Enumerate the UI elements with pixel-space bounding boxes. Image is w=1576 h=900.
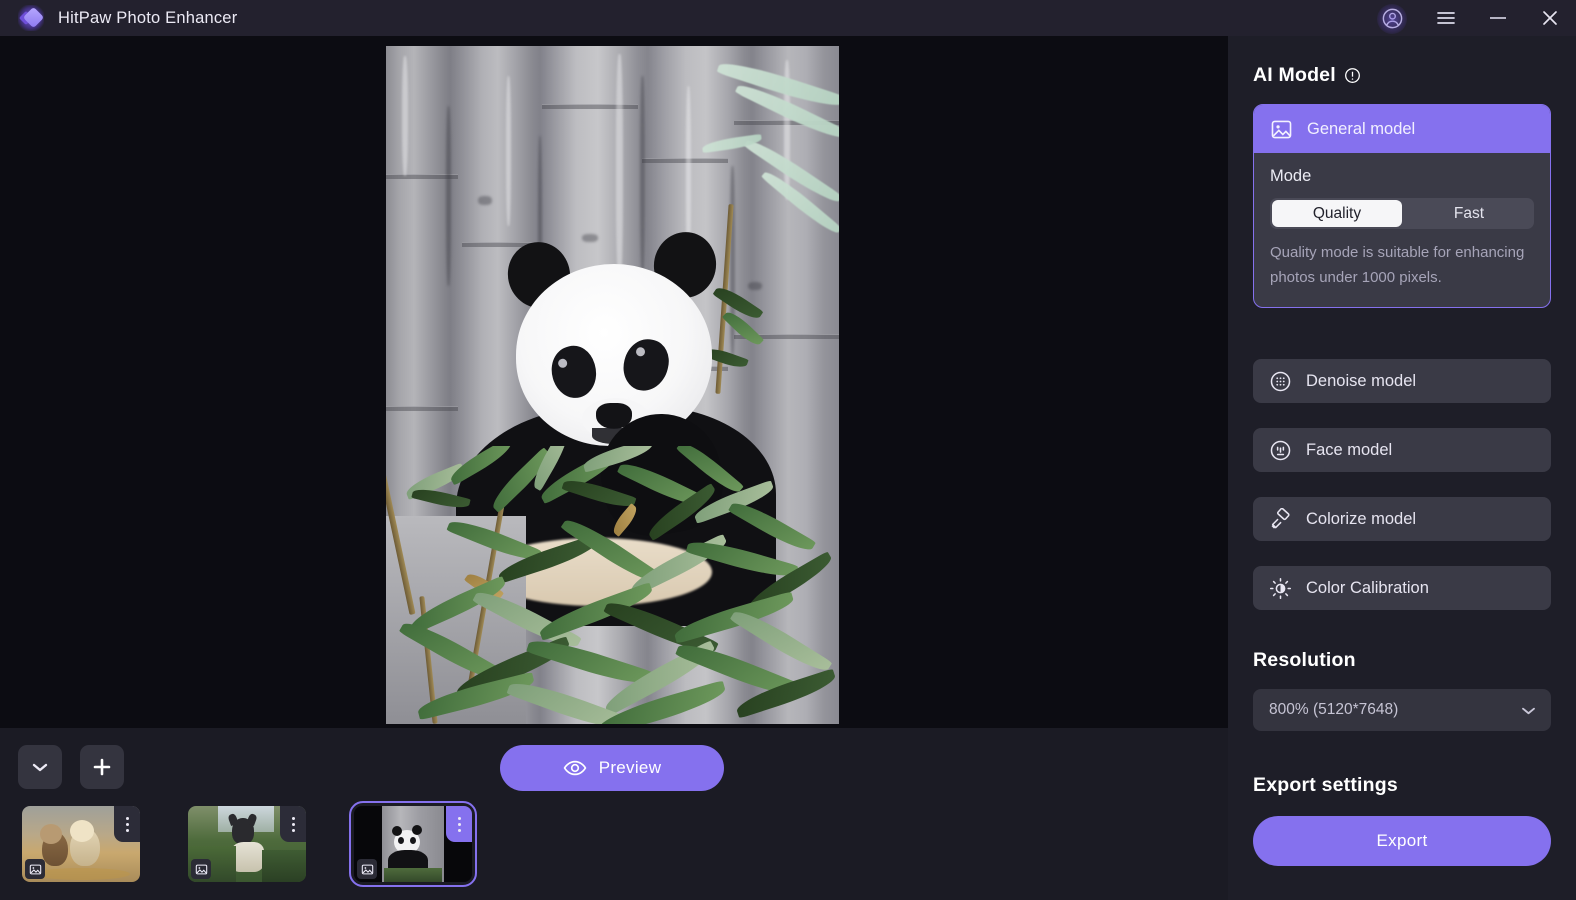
sidebar-item-label: Colorize model xyxy=(1306,509,1417,528)
thumbnail-menu-button[interactable] xyxy=(114,806,140,842)
sidebar-item-denoise-model[interactable]: Denoise model xyxy=(1253,359,1551,403)
image-file-icon xyxy=(357,859,377,879)
thumbnail-cat[interactable] xyxy=(188,806,306,882)
image-file-icon xyxy=(191,859,211,879)
account-avatar-icon[interactable] xyxy=(1364,0,1420,36)
collapse-strip-button[interactable] xyxy=(18,745,62,789)
mode-segmented-control: Quality Fast xyxy=(1270,198,1534,229)
preview-image xyxy=(386,46,839,724)
resolution-select[interactable]: 800% (5120*7648) xyxy=(1253,689,1551,731)
sidebar-item-label: Face model xyxy=(1306,440,1393,459)
app-window: HitPaw Photo Enhancer Preview AI Model G… xyxy=(0,0,1576,900)
image-file-icon xyxy=(25,859,45,879)
export-settings-heading: Export settings xyxy=(1253,774,1398,796)
app-title: HitPaw Photo Enhancer xyxy=(58,8,238,27)
preview-button-label: Preview xyxy=(598,758,662,777)
resolution-heading: Resolution xyxy=(1253,649,1356,671)
close-icon[interactable] xyxy=(1524,0,1576,36)
face-circle-icon xyxy=(1269,439,1292,462)
chevron-down-icon xyxy=(31,761,49,773)
settings-panel: AI Model General model Mode Quality Fast… xyxy=(1228,36,1576,900)
add-files-button[interactable] xyxy=(80,745,124,789)
resolution-value: 800% (5120*7648) xyxy=(1269,701,1399,718)
denoise-dots-circle-icon xyxy=(1269,370,1292,393)
eye-icon xyxy=(563,759,587,777)
sidebar-item-label: Color Calibration xyxy=(1306,578,1429,597)
general-model-card: General model Mode Quality Fast Quality … xyxy=(1253,104,1551,308)
info-circle-icon[interactable] xyxy=(1344,67,1361,84)
preview-button[interactable]: Preview xyxy=(500,745,724,791)
thumbnail-strip xyxy=(22,801,477,887)
hitpaw-diamond-logo-icon xyxy=(18,5,45,31)
mode-option-quality[interactable]: Quality xyxy=(1272,200,1402,227)
general-model-label: General model xyxy=(1307,119,1416,138)
brightness-sun-icon xyxy=(1269,577,1292,600)
plus-icon xyxy=(92,757,112,777)
window-controls xyxy=(1364,0,1576,36)
export-button[interactable]: Export xyxy=(1253,816,1551,866)
ai-model-heading-label: AI Model xyxy=(1253,64,1336,86)
minimize-icon[interactable] xyxy=(1472,0,1524,36)
image-picture-icon xyxy=(1270,118,1293,141)
mode-option-fast[interactable]: Fast xyxy=(1404,198,1534,229)
mode-description: Quality mode is suitable for enhancing p… xyxy=(1270,244,1525,286)
paint-roller-icon xyxy=(1269,507,1292,531)
hamburger-menu-icon[interactable] xyxy=(1420,0,1472,36)
chevron-down-icon xyxy=(1520,705,1537,716)
file-strip-bar: Preview xyxy=(0,728,1228,900)
sidebar-item-face-model[interactable]: Face model xyxy=(1253,428,1551,472)
thumbnail-menu-button[interactable] xyxy=(446,806,472,842)
mode-label: Mode xyxy=(1270,167,1312,185)
title-bar: HitPaw Photo Enhancer xyxy=(0,0,1576,36)
thumbnail-puppies[interactable] xyxy=(22,806,140,882)
general-model-option[interactable]: General model xyxy=(1254,105,1550,153)
thumbnail-panda[interactable] xyxy=(349,801,477,887)
sidebar-item-label: Denoise model xyxy=(1306,371,1417,390)
image-canvas xyxy=(0,36,1228,728)
sidebar-item-color-calibration[interactable]: Color Calibration xyxy=(1253,566,1551,610)
sidebar-item-colorize-model[interactable]: Colorize model xyxy=(1253,497,1551,541)
thumbnail-menu-button[interactable] xyxy=(280,806,306,842)
ai-model-heading: AI Model xyxy=(1253,64,1361,87)
